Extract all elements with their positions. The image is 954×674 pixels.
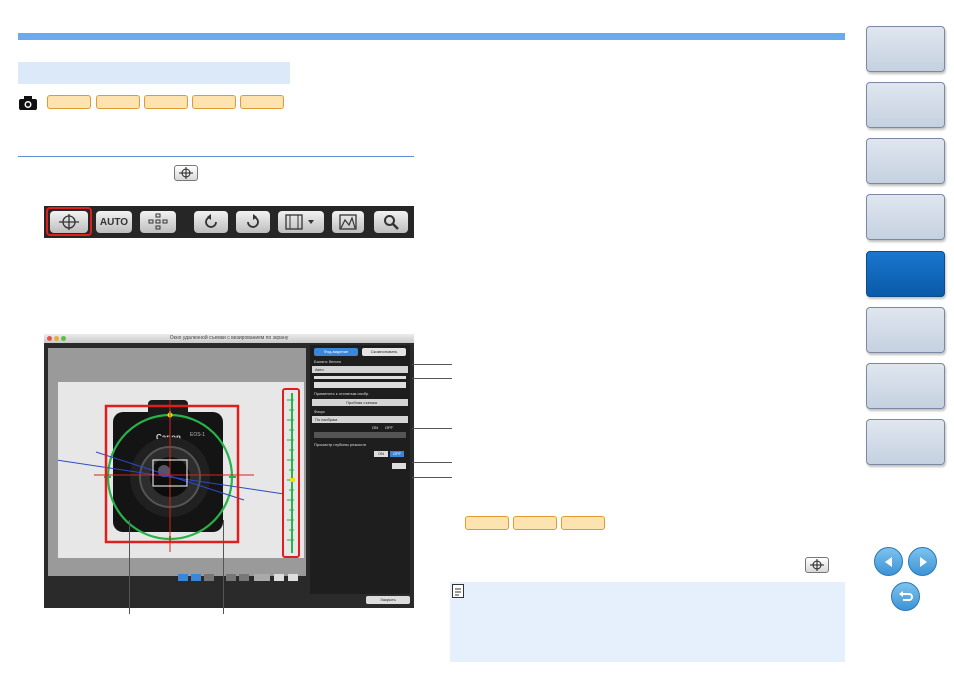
mini-zoom-button[interactable] xyxy=(288,574,298,581)
side-tab-8[interactable] xyxy=(866,419,945,465)
zoom-button[interactable] xyxy=(374,211,408,233)
callout-line-2 xyxy=(412,378,452,379)
settings-panel: Фод-видение Скомпоновать Баланс белого А… xyxy=(310,345,410,594)
header-bar xyxy=(18,33,845,40)
focus-on-label[interactable]: ON xyxy=(372,425,378,430)
return-icon xyxy=(898,590,913,601)
model-chip-8 xyxy=(561,516,605,530)
dof-on-button[interactable]: ON xyxy=(374,451,388,457)
section-heading-box xyxy=(18,62,290,84)
side-tab-3[interactable] xyxy=(866,138,945,184)
wb-slider[interactable] xyxy=(314,376,406,379)
remote-live-view-window: Окно удаленной съемки с визированием по … xyxy=(44,334,414,608)
wb-tools-row[interactable] xyxy=(314,382,406,388)
magnifier-icon xyxy=(384,215,399,230)
focus-select[interactable]: По изобрам. xyxy=(312,416,408,423)
histogram-icon xyxy=(339,214,357,230)
crosshair-icon xyxy=(810,559,824,571)
highlight-frame xyxy=(46,207,92,236)
callout-line-3 xyxy=(412,428,452,429)
dof-label: Просмотр глубины резкости xyxy=(314,442,367,447)
close-dot[interactable] xyxy=(47,336,52,341)
apply-checkbox-label[interactable]: Применить к отснятым изобр. xyxy=(314,391,369,396)
side-tab-2[interactable] xyxy=(866,82,945,128)
auto-focus-button[interactable]: AUTO xyxy=(96,211,132,233)
model-chip-4 xyxy=(192,95,236,109)
mini-af-button[interactable] xyxy=(204,574,214,581)
vertical-level-highlight xyxy=(282,388,300,558)
wb-label: Баланс белого xyxy=(314,359,342,364)
window-titlebar: Окно удаленной съемки с визированием по … xyxy=(44,334,414,343)
live-view-area: Canon EOS-1 xyxy=(48,348,306,581)
auto-label: AUTO xyxy=(99,216,129,228)
model-chip-6 xyxy=(465,516,509,530)
extra-button[interactable] xyxy=(392,463,406,469)
live-view-toolbar: AUTO xyxy=(44,206,414,238)
crosshair-button-note[interactable] xyxy=(805,557,829,573)
frame-dropdown-icon xyxy=(285,214,314,230)
wb-select[interactable]: Авто xyxy=(312,366,408,373)
mini-frame-button[interactable] xyxy=(254,574,270,581)
side-tab-5-active[interactable] xyxy=(866,251,945,297)
af-grid-icon xyxy=(148,213,168,230)
rotate-left-button[interactable] xyxy=(194,211,228,233)
test-shot-button[interactable]: Пробная съемка xyxy=(312,399,408,406)
minimize-dot[interactable] xyxy=(54,336,59,341)
mini-auto-button[interactable] xyxy=(191,574,201,581)
histogram-button[interactable] xyxy=(332,211,364,233)
note-box xyxy=(450,582,845,662)
side-tab-1[interactable] xyxy=(866,26,945,72)
model-chip-1 xyxy=(47,95,91,109)
callout-line-6 xyxy=(129,520,130,614)
prev-page-button[interactable] xyxy=(874,547,903,576)
focus-adjust-row[interactable] xyxy=(314,432,406,438)
live-image: Canon EOS-1 xyxy=(55,382,304,558)
model-chip-2 xyxy=(96,95,140,109)
rotate-right-button[interactable] xyxy=(236,211,270,233)
af-point-button[interactable] xyxy=(140,211,176,233)
mini-level-button[interactable] xyxy=(178,574,188,581)
arrow-left-icon xyxy=(884,556,892,567)
window-title: Окно удаленной съемки с визированием по … xyxy=(169,335,289,341)
side-tab-7[interactable] xyxy=(866,363,945,409)
crosshair-button-inline[interactable] xyxy=(174,165,198,181)
callout-line-1 xyxy=(412,364,452,365)
note-icon xyxy=(452,584,464,598)
return-button[interactable] xyxy=(891,582,920,611)
callout-line-5 xyxy=(412,477,452,478)
close-button[interactable]: Закрыть xyxy=(366,596,410,604)
rotate-left-icon xyxy=(205,214,217,228)
arrow-right-icon xyxy=(919,556,927,567)
section-divider xyxy=(18,156,414,157)
model-chip-7 xyxy=(513,516,557,530)
model-chip-5 xyxy=(240,95,284,109)
viewer-mini-toolbar xyxy=(178,574,304,582)
camera-model-text: EOS-1 xyxy=(190,432,205,438)
crosshair-icon xyxy=(179,167,193,179)
rotate-right-icon xyxy=(247,214,259,228)
mini-rotate-right[interactable] xyxy=(239,574,249,581)
callout-line-4 xyxy=(412,462,452,463)
mini-histogram-button[interactable] xyxy=(274,574,284,581)
side-tab-6[interactable] xyxy=(866,307,945,353)
callout-line-7 xyxy=(223,520,224,614)
next-page-button[interactable] xyxy=(908,547,937,576)
tab-compose[interactable]: Скомпоновать xyxy=(362,348,406,356)
dof-off-button[interactable]: OFF xyxy=(390,451,404,457)
side-tab-4[interactable] xyxy=(866,194,945,240)
focus-label: Фокус xyxy=(314,409,326,414)
model-chip-3 xyxy=(144,95,188,109)
aspect-ratio-button[interactable] xyxy=(278,211,324,233)
zoom-dot[interactable] xyxy=(61,336,66,341)
tab-live-view[interactable]: Фод-видение xyxy=(314,348,358,356)
mini-rotate-left[interactable] xyxy=(226,574,236,581)
focus-off-label[interactable]: OFF xyxy=(385,425,393,430)
camera-icon xyxy=(19,96,37,110)
